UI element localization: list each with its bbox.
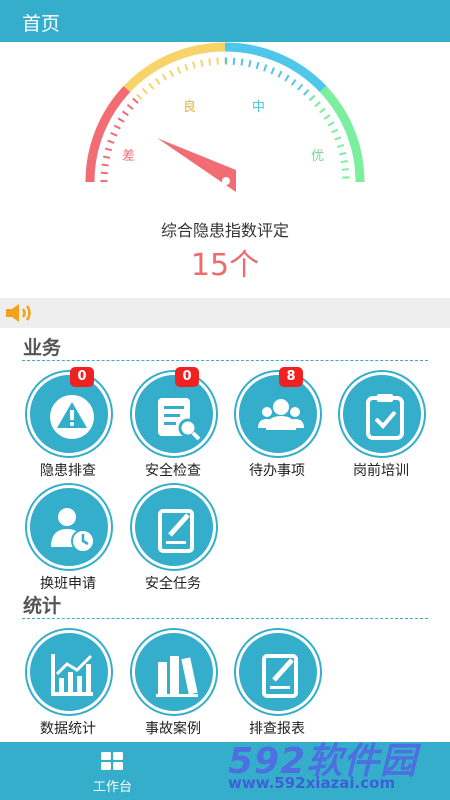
people-icon [236,372,320,456]
gauge-dial [85,42,365,192]
tile-inspection-report[interactable]: 排查报表 [229,630,325,738]
speaker-icon [4,302,36,328]
tile-label: 换班申请 [40,576,96,592]
grid-icon [101,752,123,774]
tile-label: 安全检查 [145,463,201,479]
gauge-label-fair: 良 [183,100,197,115]
gauge-score: 15个 [190,248,260,283]
hazard-index-gauge: 差 良 中 优 综合隐患指数评定 15个 [0,42,450,298]
gauge-arc-fair [123,42,226,93]
gauge-arc-poor [85,85,131,183]
warning-icon [27,372,111,456]
section-title-stats: 统计 [23,595,62,617]
edit-document-icon [132,485,216,569]
gauge-label-excellent: 优 [311,149,325,164]
tab-label: 工作台 [92,780,132,795]
gauge-label-poor: 差 [122,149,136,164]
tile-data-statistics[interactable]: 数据统计 [20,630,116,738]
app-header: 首页 [0,0,450,42]
chart-icon [27,630,111,714]
section-title-business: 业务 [23,337,62,359]
clipboard-check-icon [340,372,424,456]
tile-hazard-check[interactable]: 0 隐患排查 [20,367,116,480]
tile-shift-request[interactable]: 换班申请 [20,485,116,593]
tile-todo[interactable]: 8 待办事项 [229,367,325,480]
gauge-arc-excellent [319,85,365,183]
gauge-label-medium: 中 [252,100,266,115]
tile-label: 待办事项 [249,463,305,479]
report-icon [236,630,320,714]
section-divider [22,618,428,619]
tile-safety-inspection[interactable]: 0 安全检查 [125,367,221,480]
gauge-caption: 综合隐患指数评定 [160,221,289,240]
watermark: 592软件园 www.592xiazai.com [222,730,448,796]
watermark-url: www.592xiazai.com [228,774,396,792]
tile-label: 事故案例 [145,721,201,737]
tile-label: 岗前培训 [353,463,409,479]
tile-pre-job-training[interactable]: 岗前培训 [333,372,429,480]
page-title: 首页 [22,13,61,35]
tab-workbench[interactable]: 工作台 [0,742,225,800]
tile-label: 安全任务 [145,576,201,592]
books-icon [132,630,216,714]
badge-count: 0 [70,367,94,387]
section-divider [22,360,428,361]
gauge-needle-pivot [222,177,230,185]
notice-bar[interactable] [0,298,450,328]
checklist-icon [132,372,216,456]
badge-count: 8 [279,367,303,387]
tile-safety-task[interactable]: 安全任务 [125,485,221,593]
badge-count: 0 [175,367,199,387]
tile-label: 隐患排查 [40,463,96,479]
person-clock-icon [27,485,111,569]
tile-accident-cases[interactable]: 事故案例 [125,630,221,738]
tile-label: 数据统计 [40,721,96,737]
